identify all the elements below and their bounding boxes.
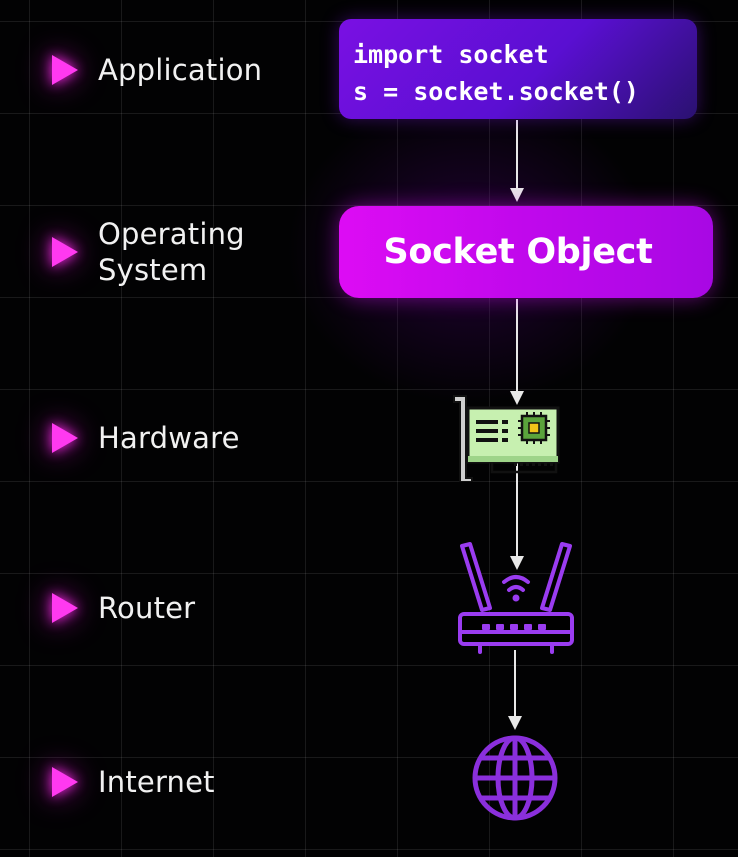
socket-object-box: Socket Object [339, 206, 713, 298]
network-card-icon [453, 395, 560, 482]
code-line-2: s = socket.socket() [353, 77, 639, 106]
wifi-router-icon [458, 542, 574, 654]
arrow-head [508, 716, 522, 730]
code-line-1: import socket [353, 40, 549, 69]
diagram-canvas: Application Operating System Hardware Ro… [0, 0, 738, 857]
socket-object-label: Socket Object [383, 232, 653, 272]
code-snippet-box: import socket s = socket.socket() [339, 19, 697, 119]
globe-icon [472, 735, 558, 821]
arrow-head [510, 188, 524, 202]
flow-arrows [508, 120, 524, 730]
